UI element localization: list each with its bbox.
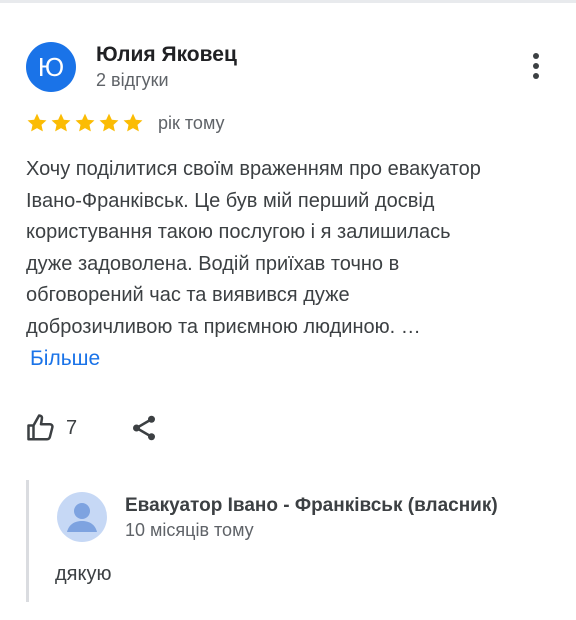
more-link[interactable]: Більше [30,347,100,371]
person-icon [57,492,107,542]
more-vertical-icon[interactable] [522,50,550,82]
review-header: Ю Юлия Яковец 2 відгуки [26,40,550,96]
owner-reply: Евакуатор Івано - Франківськ (власник) 1… [26,480,559,602]
star-icon [99,113,119,132]
star-icon [51,113,71,132]
owner-name: Евакуатор Івано - Франківськ (власник) [125,495,498,516]
review-text-line: обговорений час та виявився дуже [26,284,350,306]
like-count: 7 [66,416,78,439]
author-review-count: 2 відгуки [96,70,169,90]
share-icon [133,415,156,441]
share-button[interactable] [129,413,159,443]
star-rating [26,112,144,134]
review-date: рік тому [158,112,225,133]
like-button[interactable]: 7 [26,413,77,443]
review-text: Хочу поділитися своїм враженням про евак… [26,154,556,343]
top-divider [0,0,576,3]
owner-reply-text: дякую [55,563,112,585]
rating-row: рік тому [26,110,225,136]
review-text-line: дуже задоволена. Водій приїхав точно в [26,252,400,275]
owner-reply-date: 10 місяців тому [125,520,254,540]
star-icon [123,113,143,132]
review-text-line: користування такою послугою і я залишила… [26,221,451,243]
star-icon [27,113,47,132]
review-text-line: Івано-Франківськ. Це був мій перший досв… [26,189,435,212]
thumbs-up-icon [27,414,54,441]
star-icon [75,113,95,132]
review-text-line: доброзичливою та приємною людиною. … [26,315,421,338]
review-actions: 7 [26,410,159,446]
author-name[interactable]: Юлия Яковец [96,43,237,67]
author-avatar[interactable]: Ю [26,42,76,92]
review-text-line: Хочу поділитися своїм враженням про евак… [26,158,481,180]
